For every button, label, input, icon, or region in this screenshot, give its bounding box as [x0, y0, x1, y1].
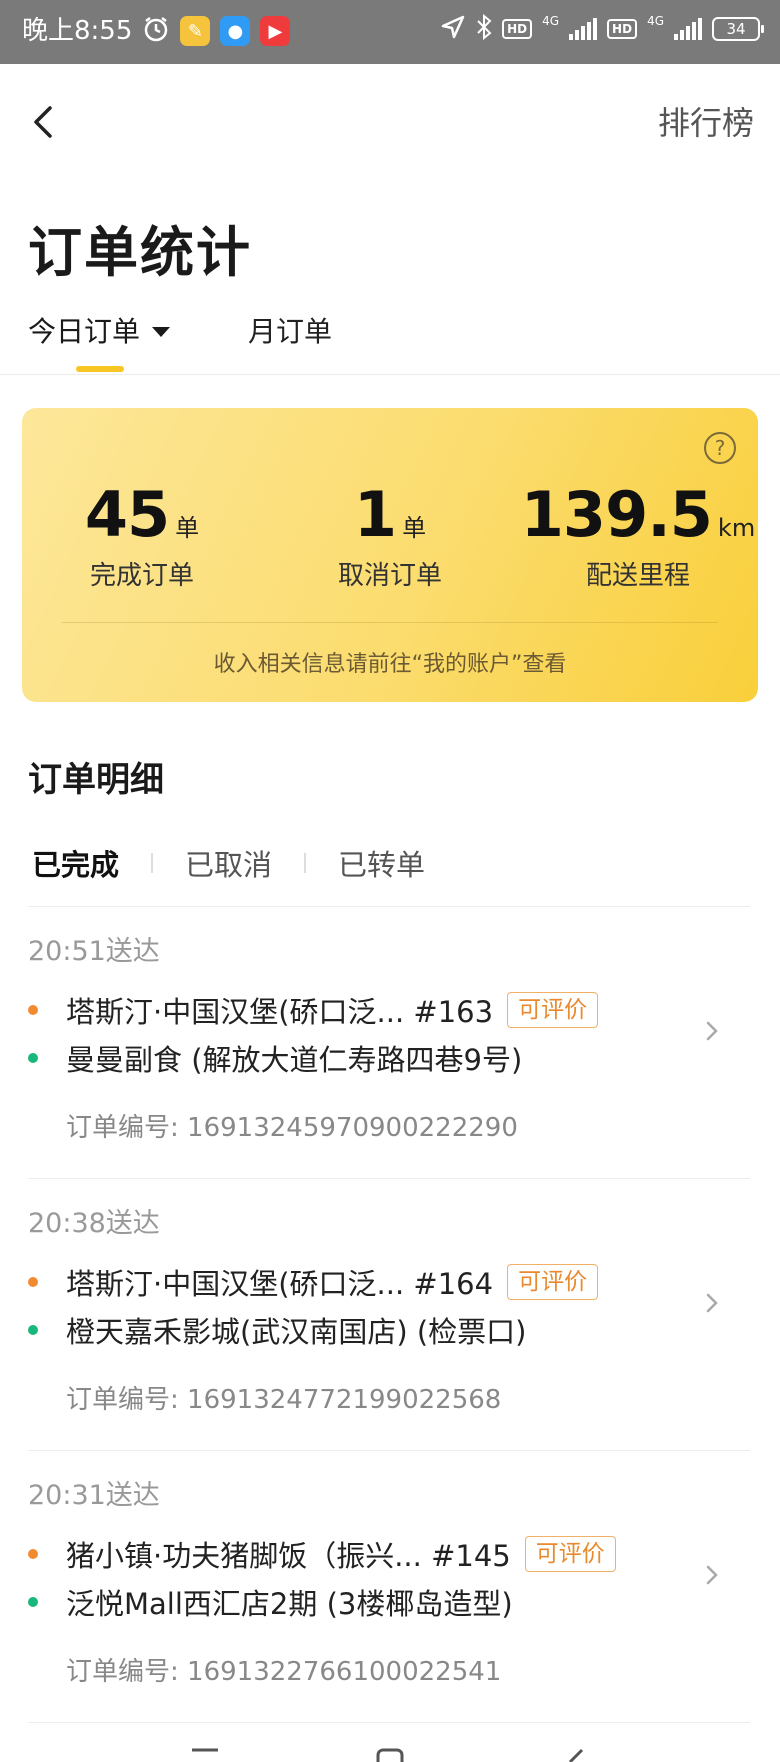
order-dropoff: 曼曼副食 (解放大道仁寿路四巷9号) — [28, 1037, 522, 1079]
distance-label: 配送里程 — [585, 561, 690, 591]
order-row[interactable]: 20:31送达 猪小镇·功夫猪脚饭（振兴... #145 可评价 泛悦Mall西… — [28, 1451, 750, 1723]
order-delivered-time: 20:31送达 — [28, 1480, 160, 1511]
order-pickup: 塔斯汀·中国汉堡(硚口泛... #164 可评价 — [28, 1261, 599, 1303]
dropoff-address: 泛悦Mall西汇店2期 (3楼椰岛造型) — [66, 1587, 513, 1621]
subtab-transferred[interactable]: 已转单 — [338, 842, 425, 884]
caret-down-icon — [152, 327, 171, 337]
network-type-2: 4G — [647, 14, 664, 28]
ranking-link[interactable]: 排行榜 — [658, 98, 754, 144]
stats-card: ? 45 单 完成订单 1单 取消订单 139.5 km 配送里程 收入相关信息请前… — [22, 408, 758, 702]
completed-value: 45 — [84, 478, 170, 551]
cancelled-unit: 单 — [402, 514, 427, 542]
subtab-separator — [304, 853, 307, 873]
tab-indicator — [76, 366, 124, 372]
order-delivered-time: 20:51送达 — [28, 936, 160, 967]
order-number: 订单编号: 16913247721990225​68 — [66, 1385, 502, 1415]
alarm-icon — [142, 15, 170, 47]
battery-icon: 34 — [712, 17, 764, 41]
rate-badge[interactable]: 可评价 — [507, 1264, 599, 1300]
order-delivered-time: 20:38送达 — [28, 1208, 160, 1239]
pickup-name: 塔斯汀·中国汉堡(硚口泛... #163 — [66, 995, 494, 1029]
status-time: 晚上8:55 — [22, 16, 133, 46]
pickup-name: 塔斯汀·中国汉堡(硚口泛... #164 — [66, 1267, 494, 1301]
cancelled-value: 1 — [353, 478, 397, 551]
bluetooth-icon — [476, 13, 492, 44]
divider — [28, 1722, 750, 1723]
chevron-left-icon — [34, 106, 52, 138]
rate-badge[interactable]: 可评价 — [524, 1536, 616, 1572]
chevron-right-icon — [706, 1565, 718, 1585]
pickup-dot-icon — [28, 1549, 38, 1559]
completed-label: 完成订单 — [89, 561, 194, 591]
tab-today-orders[interactable]: 今日订单 — [28, 310, 171, 350]
pickup-dot-icon — [28, 1005, 38, 1015]
stat-completed: 45 单 完成订单 — [22, 478, 262, 592]
order-dropoff: 泛悦Mall西汇店2期 (3楼椰岛造型) — [28, 1581, 513, 1623]
location-icon — [440, 14, 466, 44]
pickup-name: 猪小镇·功夫猪脚饭（振兴... #145 — [66, 1539, 511, 1573]
rate-badge[interactable]: 可评价 — [507, 992, 599, 1028]
hd-badge-2: HD — [607, 19, 638, 39]
chat-app-icon: ● — [220, 16, 251, 46]
order-row[interactable]: 20:51送达 塔斯汀·中国汉堡(硚口泛... #163 可评价 曼曼副食 (解… — [28, 907, 750, 1179]
status-bar: 晚上8:55 ✎ ● ▶ HD 4G HD 4G 34 — [0, 0, 780, 64]
menu-nav-icon[interactable] — [190, 1748, 220, 1762]
distance-unit: km — [717, 514, 756, 542]
dropoff-address: 橙天嘉禾影城(武汉南国店) (检票口) — [66, 1315, 527, 1349]
signal-icon — [569, 18, 598, 40]
card-divider — [62, 622, 718, 623]
chevron-right-icon — [706, 1021, 718, 1041]
back-nav-icon[interactable] — [560, 1748, 590, 1762]
completed-unit: 单 — [175, 514, 200, 542]
stat-distance: 139.5 km 配送里程 — [518, 478, 758, 592]
order-dropoff: 橙天嘉禾影城(武汉南国店) (检票口) — [28, 1309, 526, 1351]
chevron-right-icon — [706, 1293, 718, 1313]
subtab-separator — [151, 853, 154, 873]
video-app-icon: ▶ — [260, 16, 291, 46]
subtab-cancelled[interactable]: 已取消 — [185, 842, 272, 884]
order-details-title: 订单明细 — [28, 760, 164, 800]
divider — [0, 374, 780, 375]
order-number: 订单编号: 16913227661000225​41 — [66, 1657, 502, 1687]
status-right: HD 4G HD 4G 34 — [440, 13, 764, 44]
subtab-completed[interactable]: 已完成 — [32, 842, 119, 884]
income-note: 收入相关信息请前往“我的账户”查看 — [213, 652, 567, 677]
dropoff-dot-icon — [28, 1053, 38, 1063]
dropoff-address: 曼曼副食 (解放大道仁寿路四巷9号) — [66, 1043, 523, 1077]
hd-badge: HD — [502, 19, 533, 39]
signal-icon-2 — [674, 18, 702, 40]
system-nav-bar — [0, 1730, 780, 1762]
dropoff-dot-icon — [28, 1325, 38, 1335]
cancelled-label: 取消订单 — [337, 561, 442, 591]
dropoff-dot-icon — [28, 1597, 38, 1607]
help-icon[interactable]: ? — [704, 432, 736, 464]
order-number: 订单编号: 16913245970900222290 — [66, 1113, 518, 1143]
distance-value: 139.5 — [520, 478, 713, 551]
tab-month-orders[interactable]: 月订单 — [248, 310, 332, 350]
page-title: 订单统计 — [28, 221, 252, 284]
stat-cancelled: 1单 取消订单 — [270, 478, 510, 592]
order-row[interactable]: 20:38送达 塔斯汀·中国汉堡(硚口泛... #164 可评价 橙天嘉禾影城(… — [28, 1179, 750, 1451]
pickup-dot-icon — [28, 1277, 38, 1287]
order-pickup: 猪小镇·功夫猪脚饭（振兴... #145 可评价 — [28, 1533, 616, 1575]
home-nav-icon[interactable] — [375, 1748, 405, 1762]
status-left: 晚上8:55 ✎ ● ▶ — [22, 14, 291, 48]
network-type: 4G — [542, 14, 560, 28]
back-button[interactable] — [24, 100, 64, 144]
tab-today-label: 今日订单 — [28, 315, 141, 348]
order-pickup: 塔斯汀·中国汉堡(硚口泛... #163 可评价 — [28, 989, 599, 1031]
app-notification-icon: ✎ — [180, 16, 211, 46]
order-subtabs: 已完成 已取消 已转单 — [32, 842, 425, 884]
